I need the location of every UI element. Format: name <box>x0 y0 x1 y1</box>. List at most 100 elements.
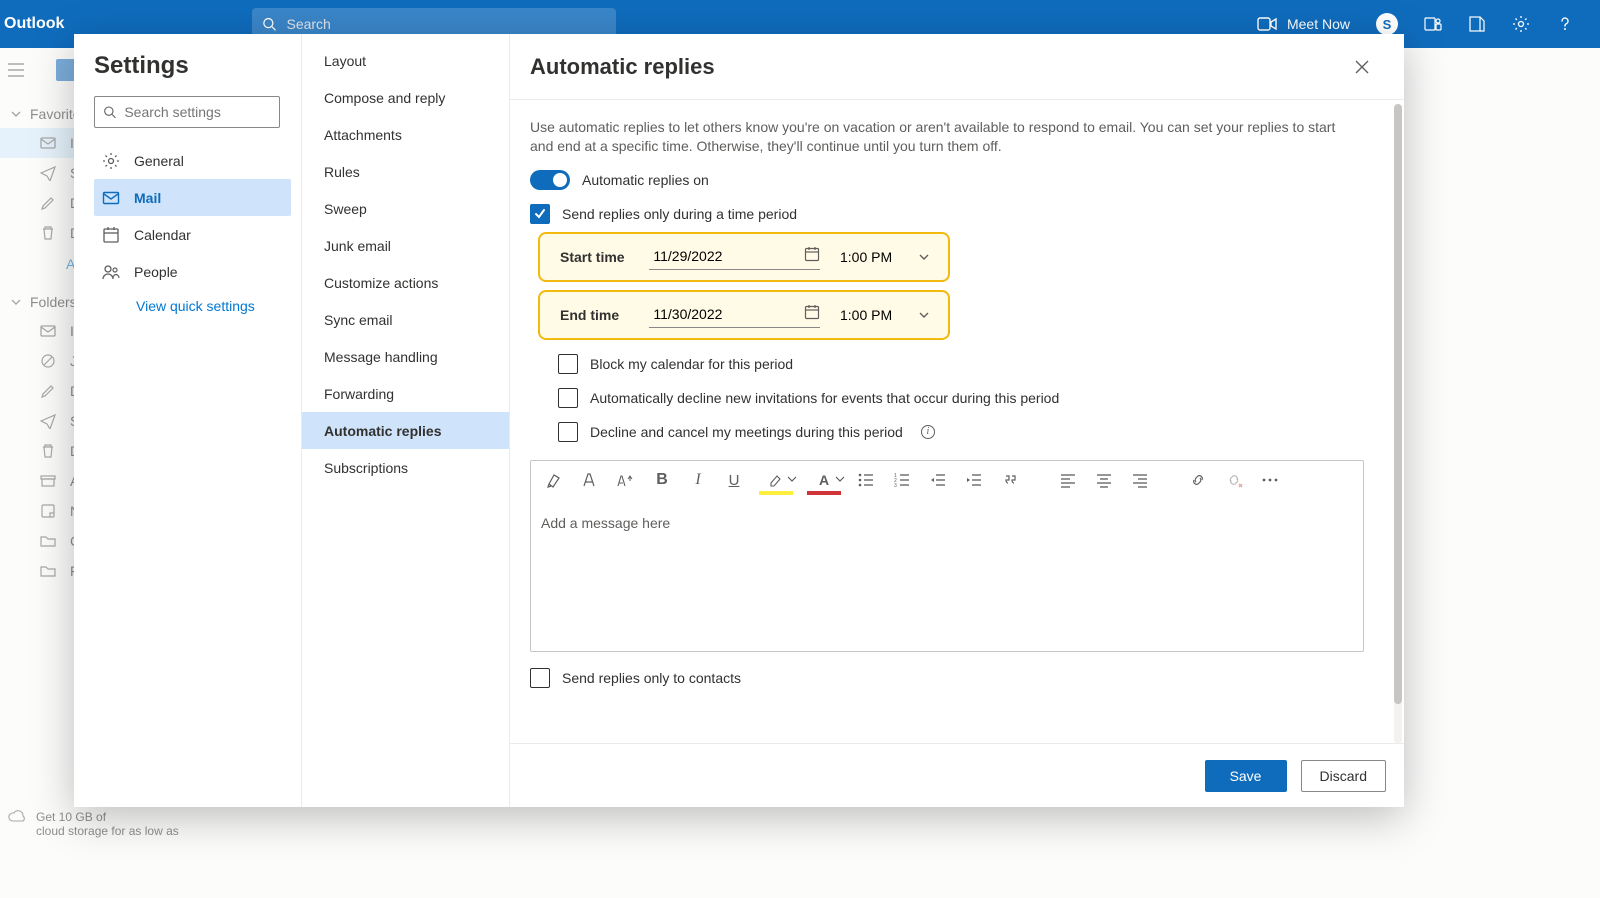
number-list-icon: 123 <box>894 472 910 488</box>
meet-now-button[interactable]: Meet Now <box>1257 16 1350 32</box>
info-icon[interactable]: i <box>921 425 935 439</box>
gear-icon <box>102 152 120 170</box>
settings-search-input[interactable] <box>124 104 279 120</box>
hamburger-icon[interactable] <box>8 63 32 77</box>
inbox-icon <box>40 323 56 339</box>
settings-dialog: Settings General Mail Calendar People <box>74 34 1404 807</box>
unlink-button[interactable] <box>1223 469 1245 491</box>
sub-layout[interactable]: Layout <box>302 42 509 79</box>
sub-autoreply[interactable]: Automatic replies <box>302 412 509 449</box>
category-general-label: General <box>134 153 184 169</box>
scrollbar-thumb[interactable] <box>1394 104 1402 704</box>
font-icon <box>581 471 599 489</box>
indent-button[interactable] <box>963 469 985 491</box>
align-center-button[interactable] <box>1093 469 1115 491</box>
search-icon <box>262 16 276 32</box>
bold-button[interactable]: B <box>651 469 673 491</box>
highlight-color-button[interactable] <box>759 469 793 491</box>
discard-button[interactable]: Discard <box>1301 760 1386 792</box>
more-formatting-button[interactable] <box>1259 469 1281 491</box>
storage-promo: Get 10 GB of cloud storage for as low as <box>8 810 179 838</box>
sub-customize[interactable]: Customize actions <box>302 264 509 301</box>
cloud-icon <box>8 810 26 822</box>
video-icon <box>1257 17 1277 31</box>
skype-icon[interactable]: S <box>1376 13 1398 35</box>
calendar-icon <box>102 226 120 244</box>
category-people[interactable]: People <box>94 253 291 290</box>
indent-icon <box>966 472 982 488</box>
time-period-checkbox[interactable] <box>530 204 550 224</box>
meet-now-label: Meet Now <box>1287 16 1350 32</box>
view-quick-settings-link[interactable]: View quick settings <box>94 298 291 314</box>
format-painter-button[interactable] <box>543 469 565 491</box>
category-mail[interactable]: Mail <box>94 179 291 216</box>
block-calendar-checkbox[interactable] <box>558 354 578 374</box>
bullet-list-button[interactable] <box>855 469 877 491</box>
chevron-down-icon <box>10 296 22 308</box>
sub-compose[interactable]: Compose and reply <box>302 79 509 116</box>
app-brand: Outlook <box>0 15 252 33</box>
panel-scrollbar[interactable] <box>1394 104 1402 743</box>
quote-button[interactable] <box>999 469 1021 491</box>
link-button[interactable] <box>1187 469 1209 491</box>
people-icon <box>102 263 120 281</box>
contacts-only-checkbox[interactable] <box>530 668 550 688</box>
decline-new-checkbox[interactable] <box>558 388 578 408</box>
start-date-input[interactable] <box>649 244 820 270</box>
category-mail-label: Mail <box>134 190 161 206</box>
save-button[interactable]: Save <box>1205 760 1287 792</box>
dialog-close-button[interactable] <box>1348 53 1376 81</box>
end-date-input[interactable] <box>649 302 820 328</box>
sub-sweep[interactable]: Sweep <box>302 190 509 227</box>
autoreply-toggle[interactable] <box>530 170 570 190</box>
editor-textarea[interactable]: Add a message here <box>531 501 1363 651</box>
sub-forwarding[interactable]: Forwarding <box>302 375 509 412</box>
underline-button[interactable]: U <box>723 469 745 491</box>
align-left-button[interactable] <box>1057 469 1079 491</box>
junk-icon <box>40 353 56 369</box>
send-icon <box>40 413 56 429</box>
archive-icon <box>40 473 56 489</box>
end-time-row: End time 1:00 PM <box>538 290 950 340</box>
chevron-down-icon <box>835 474 845 484</box>
sub-rules[interactable]: Rules <box>302 153 509 190</box>
category-calendar[interactable]: Calendar <box>94 216 291 253</box>
align-right-button[interactable] <box>1129 469 1151 491</box>
settings-categories-pane: Settings General Mail Calendar People <box>74 34 302 807</box>
end-date-picker-button[interactable] <box>804 304 820 320</box>
contacts-only-label: Send replies only to contacts <box>562 670 741 686</box>
sub-sync[interactable]: Sync email <box>302 301 509 338</box>
font-size-button[interactable] <box>615 469 637 491</box>
font-color-button[interactable]: A <box>807 469 841 491</box>
settings-detail-pane: Automatic replies Use automatic replies … <box>510 34 1404 807</box>
number-list-button[interactable]: 123 <box>891 469 913 491</box>
align-center-icon <box>1096 472 1112 488</box>
outdent-button[interactable] <box>927 469 949 491</box>
end-time-label: End time <box>560 307 629 323</box>
teams-icon[interactable] <box>1424 15 1442 33</box>
mail-icon <box>102 189 120 207</box>
category-calendar-label: Calendar <box>134 227 191 243</box>
sub-attachments[interactable]: Attachments <box>302 116 509 153</box>
folders-label: Folders <box>30 294 77 310</box>
start-time-select[interactable]: 1:00 PM <box>840 249 930 265</box>
settings-search[interactable] <box>94 96 280 128</box>
trash-icon <box>40 225 56 241</box>
end-time-select[interactable]: 1:00 PM <box>840 307 930 323</box>
sub-junk[interactable]: Junk email <box>302 227 509 264</box>
notes-icon[interactable] <box>1468 15 1486 33</box>
cancel-meetings-label: Decline and cancel my meetings during th… <box>590 424 903 440</box>
global-search-input[interactable] <box>286 16 616 32</box>
start-date-picker-button[interactable] <box>804 246 820 262</box>
category-general[interactable]: General <box>94 142 291 179</box>
font-family-button[interactable] <box>579 469 601 491</box>
help-icon[interactable] <box>1556 15 1574 33</box>
sub-handling[interactable]: Message handling <box>302 338 509 375</box>
cancel-meetings-checkbox[interactable] <box>558 422 578 442</box>
calendar-icon <box>804 246 820 262</box>
settings-icon[interactable] <box>1512 15 1530 33</box>
italic-button[interactable]: I <box>687 469 709 491</box>
editor-toolbar: B I U A 12 <box>531 461 1363 501</box>
font-size-icon <box>616 471 636 489</box>
sub-subscriptions[interactable]: Subscriptions <box>302 449 509 486</box>
